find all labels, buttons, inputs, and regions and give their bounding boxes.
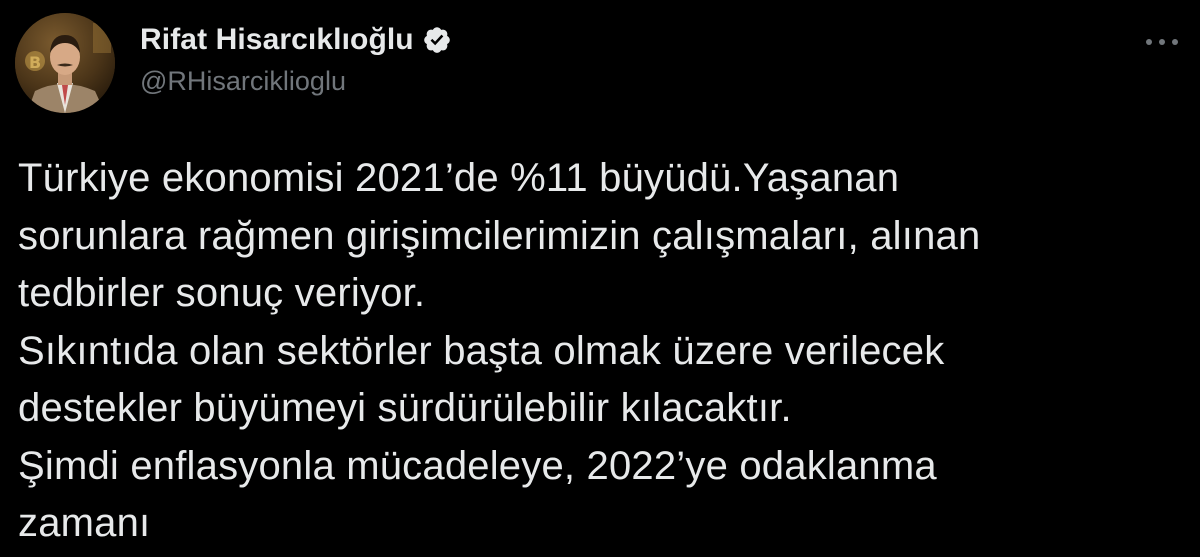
avatar[interactable]: B: [15, 13, 115, 113]
handle[interactable]: @RHisarciklioglu: [140, 66, 452, 97]
profile-photo: B: [15, 13, 115, 113]
name-row: Rifat Hisarcıklıoğlu: [140, 22, 452, 58]
tweet-text: Türkiye ekonomisi 2021’de %11 büyüdü.Yaş…: [18, 156, 981, 545]
verified-badge-icon: [422, 25, 452, 55]
svg-text:B: B: [29, 53, 41, 72]
more-horizontal-icon: [1146, 39, 1178, 45]
author-block: Rifat Hisarcıklıoğlu @RHisarciklioglu: [140, 22, 452, 97]
display-name[interactable]: Rifat Hisarcıklıoğlu: [140, 23, 414, 57]
tweet: B Rifat Hisarcıklıoğlu @RHisarciklioglu …: [0, 0, 1200, 557]
more-options-button[interactable]: [1142, 30, 1182, 54]
